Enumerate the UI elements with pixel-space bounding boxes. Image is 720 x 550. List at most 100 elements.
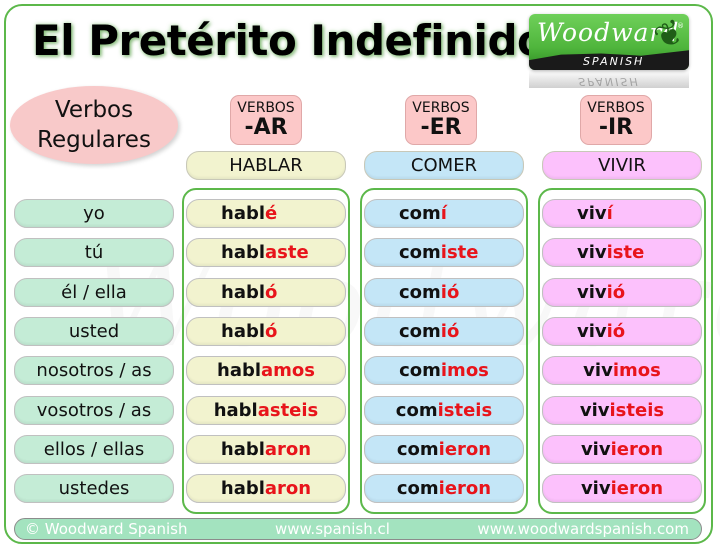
pronoun-4: nosotros / as: [14, 356, 174, 386]
verb-ending: iste: [606, 242, 645, 264]
conjugation-ar-2: habl ó: [186, 277, 346, 307]
verb-stem: viv: [577, 320, 607, 342]
pronoun-2: él / ella: [14, 277, 174, 307]
verb-ending: aron: [264, 478, 312, 500]
conjugation-er-6: com ieron: [364, 434, 524, 464]
verb-stem: com: [399, 242, 441, 264]
verb-stem: viv: [580, 478, 611, 500]
conjugation-er-3: com ió: [364, 316, 524, 346]
pronoun-3: usted: [14, 316, 174, 346]
verb-ending: ió: [606, 320, 626, 342]
conjugation-ar-0: habl é: [186, 199, 346, 228]
verb-ending: imos: [440, 360, 489, 382]
conjugation-ar-1: habl aste: [186, 238, 346, 268]
verb-stem: viv: [577, 242, 607, 264]
verb-type-ir: VERBOS -IR: [580, 95, 652, 145]
pronoun-1: tú: [14, 238, 174, 268]
verb-ending: asteis: [257, 399, 319, 421]
conjugation-ar-6: habl aron: [186, 434, 346, 464]
conjugation-er-2: com ió: [364, 277, 524, 307]
verb-ending: ieron: [438, 478, 492, 500]
verb-stem: viv: [583, 360, 613, 382]
verb-ending: ó: [265, 281, 278, 303]
pronoun-5: vosotros / as: [14, 395, 174, 425]
verb-ending: ieron: [610, 438, 664, 460]
verb-ending: isteis: [609, 399, 665, 421]
infinitive-er: COMER: [364, 151, 524, 180]
verb-ending: ó: [265, 320, 278, 342]
verb-ending: é: [265, 203, 278, 224]
verb-ending: isteis: [437, 399, 493, 421]
verb-stem: com: [396, 438, 439, 460]
verb-ending: ió: [440, 281, 460, 303]
verb-stem: com: [399, 320, 441, 342]
footer-site-2[interactable]: www.woodwardspanish.com: [477, 520, 689, 538]
verb-stem: com: [399, 360, 441, 382]
conjugation-ir-3: viv ió: [542, 316, 702, 346]
conjugation-er-0: com í: [364, 199, 524, 228]
verb-stem: habl: [221, 242, 266, 264]
verb-stem: habl: [220, 478, 265, 500]
verb-type-ending: -ER: [420, 115, 462, 140]
verb-ending: ieron: [610, 478, 664, 500]
conjugation-ir-5: viv isteis: [542, 395, 702, 425]
verbos-regulares-bubble: Verbos Regulares: [10, 86, 178, 164]
conjugation-ir-4: viv imos: [542, 356, 702, 386]
verb-stem: viv: [580, 438, 611, 460]
conjugation-ir-1: viv iste: [542, 238, 702, 268]
verb-stem: viv: [579, 399, 610, 421]
logo-reflection: SPANISH: [529, 70, 689, 88]
conjugation-ar-5: habl asteis: [186, 395, 346, 425]
column-box-er: [360, 188, 528, 514]
conjugation-er-7: com ieron: [364, 474, 524, 504]
verb-stem: habl: [220, 438, 265, 460]
verb-ending: í: [440, 203, 447, 224]
pronoun-7: ustedes: [14, 474, 174, 504]
page-title: El Pretérito Indefinido: [32, 16, 546, 65]
verb-ending: ieron: [438, 438, 492, 460]
conjugation-ir-7: viv ieron: [542, 474, 702, 504]
verb-stem: habl: [221, 320, 266, 342]
verb-stem: viv: [577, 203, 607, 224]
bubble-line-1: Verbos: [54, 97, 134, 123]
verb-stem: viv: [577, 281, 607, 303]
conjugation-ar-7: habl aron: [186, 474, 346, 504]
logo-subtitle: SPANISH: [583, 55, 645, 68]
fern-icon: ❦: [647, 14, 689, 60]
verb-ending: imos: [612, 360, 661, 382]
pronoun-6: ellos / ellas: [14, 434, 174, 464]
verb-stem: habl: [221, 203, 266, 224]
conjugation-ar-4: habl amos: [186, 356, 346, 386]
conjugation-ir-2: viv ió: [542, 277, 702, 307]
verb-stem: habl: [217, 360, 262, 382]
footer-site-1[interactable]: www.spanish.cl: [275, 520, 390, 538]
verb-stem: com: [399, 281, 441, 303]
conjugation-er-1: com iste: [364, 238, 524, 268]
verb-type-ar: VERBOS -AR: [230, 95, 302, 145]
verb-type-ending: -IR: [598, 115, 634, 140]
verb-stem: com: [396, 478, 439, 500]
woodward-logo: Woodward ® SPANISH ❦: [529, 14, 689, 70]
column-box-ir: [538, 188, 706, 514]
conjugation-er-4: com imos: [364, 356, 524, 386]
conjugation-ir-0: viv í: [542, 199, 702, 228]
bubble-line-2: Regulares: [37, 127, 151, 153]
verb-type-label: VERBOS: [587, 100, 645, 116]
verb-stem: com: [399, 203, 441, 224]
footer-copyright: © Woodward Spanish: [25, 520, 188, 538]
verb-type-label: VERBOS: [412, 100, 470, 116]
verb-ending: aron: [264, 438, 312, 460]
verb-ending: ió: [606, 281, 626, 303]
verb-stem: habl: [213, 399, 258, 421]
verb-ending: iste: [440, 242, 479, 264]
verb-stem: habl: [221, 281, 266, 303]
conjugation-er-5: com isteis: [364, 395, 524, 425]
footer-bar: © Woodward Spanish www.spanish.cl www.wo…: [14, 518, 702, 540]
pronoun-0: yo: [14, 199, 174, 228]
verb-ending: amos: [261, 360, 315, 382]
verb-stem: com: [395, 399, 438, 421]
verb-ending: ió: [440, 320, 460, 342]
infinitive-ar: HABLAR: [186, 151, 346, 180]
verb-type-ending: -AR: [244, 115, 288, 140]
verb-ending: í: [606, 203, 613, 224]
